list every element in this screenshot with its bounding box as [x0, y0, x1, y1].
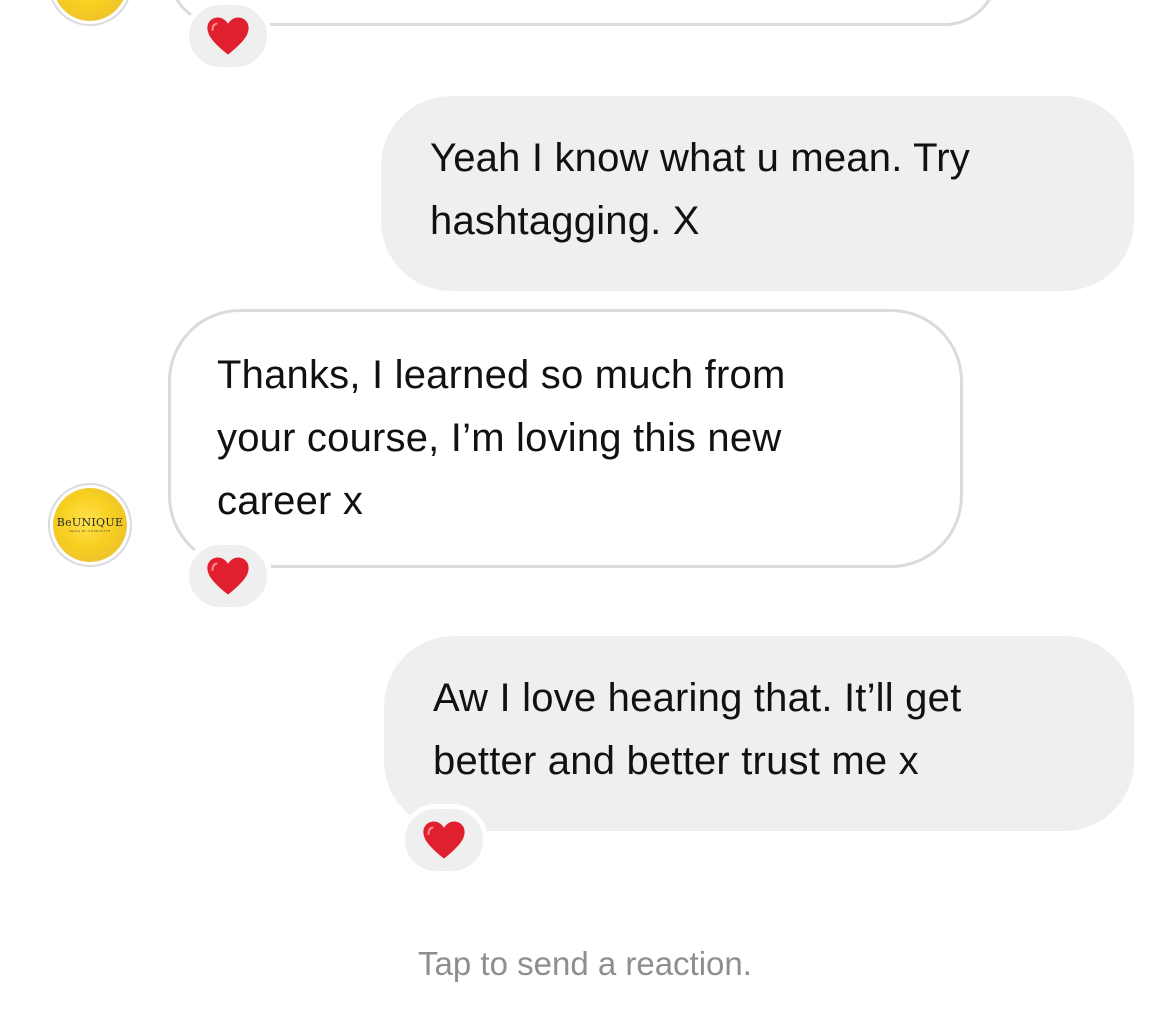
- message-bubble-incoming[interactable]: Thanks, I learned so much from your cour…: [168, 309, 963, 568]
- previous-message-bubble[interactable]: [168, 0, 998, 26]
- heart-icon: [207, 17, 249, 55]
- message-text-line: Aw I love hearing that. It’ll get: [433, 676, 962, 720]
- message-bubble-outgoing[interactable]: Yeah I know what u mean. Try hashtagging…: [381, 96, 1134, 291]
- avatar-logo-text: BeUNIQUE: [56, 516, 124, 529]
- avatar-logo-image: BeUNIQUE NAILS BY CHARLOTTE: [53, 488, 127, 562]
- message-text-line: better and better trust me x: [433, 739, 919, 783]
- reaction-heart-previous[interactable]: [184, 0, 272, 72]
- heart-icon: [207, 557, 249, 595]
- reaction-hint-text: Tap to send a reaction.: [418, 945, 752, 982]
- message-text-line: hashtagging. X: [430, 199, 700, 243]
- message-bubble-outgoing[interactable]: Aw I love hearing that. It’ll get better…: [384, 636, 1134, 831]
- reaction-heart[interactable]: [184, 540, 272, 612]
- avatar-logo-subtext: NAILS BY CHARLOTTE: [69, 529, 111, 533]
- heart-icon: [423, 821, 465, 859]
- avatar-logo-image: [53, 0, 127, 21]
- message-text-line: career x: [217, 479, 364, 523]
- reaction-heart[interactable]: [400, 804, 488, 876]
- message-text-line: Yeah I know what u mean. Try: [430, 136, 970, 180]
- avatar[interactable]: BeUNIQUE NAILS BY CHARLOTTE: [48, 483, 132, 567]
- message-text-line: your course, I’m loving this new: [217, 416, 782, 460]
- message-text-line: Thanks, I learned so much from: [217, 353, 786, 397]
- avatar-previous[interactable]: [48, 0, 132, 26]
